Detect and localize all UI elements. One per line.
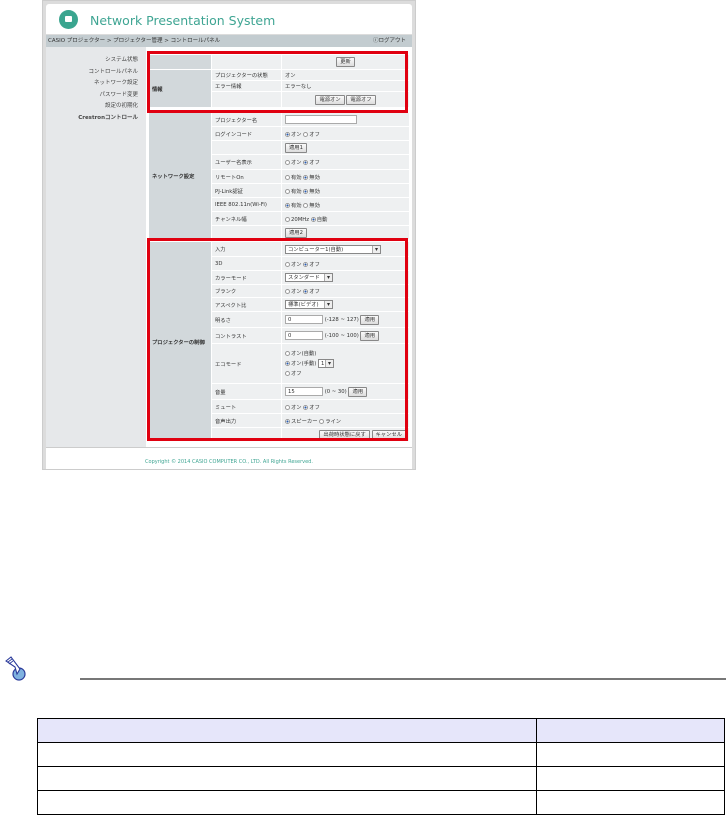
breadcrumb-text: CASIO プロジェクター > プロジェクター管理 > コントロールパネル bbox=[48, 38, 221, 44]
memo-pencil-icon bbox=[5, 656, 26, 681]
remote-on-label: リモートOn bbox=[211, 169, 282, 184]
channel-20mhz-radio[interactable] bbox=[285, 216, 290, 222]
remote-enabled-radio[interactable] bbox=[285, 174, 290, 180]
sidebar-item-reset[interactable]: 設定の初期化 bbox=[46, 101, 146, 113]
username-off-radio[interactable] bbox=[303, 160, 309, 165]
highlight-control bbox=[147, 238, 408, 441]
screenshot-frame: Network Presentation System CASIO プロジェクタ… bbox=[42, 0, 416, 470]
apply1-button[interactable]: 適用1 bbox=[285, 142, 307, 153]
channel-auto-radio[interactable] bbox=[310, 216, 316, 222]
network-section-label: ネットワーク設定 bbox=[148, 112, 212, 240]
remote-disabled-radio[interactable] bbox=[303, 174, 309, 180]
projector-name-label: プロジェクター名 bbox=[211, 112, 282, 127]
login-code-on-radio[interactable] bbox=[285, 131, 290, 137]
sidebar-item-system-status[interactable]: システム状態 bbox=[46, 55, 146, 67]
sidebar-item-crestron[interactable]: Crestronコントロール bbox=[46, 113, 146, 125]
highlight-info bbox=[147, 51, 408, 113]
logout-link[interactable]: ⓘログアウト bbox=[373, 35, 406, 47]
ieee-enabled-radio[interactable] bbox=[285, 202, 290, 208]
username-on-radio[interactable] bbox=[285, 160, 290, 165]
network-table: ネットワーク設定 プロジェクター名 ログインコード オン オフ 適用1 ユーザー名表… bbox=[148, 112, 410, 240]
app-logo-icon bbox=[59, 10, 78, 29]
ieee-disabled-radio[interactable] bbox=[303, 202, 309, 208]
app-title: Network Presentation System bbox=[90, 13, 276, 28]
sidebar: システム状態 コントロールパネル ネットワーク設定 パスワード変更 設定の初期化… bbox=[46, 47, 146, 447]
app-header: Network Presentation System bbox=[46, 4, 412, 34]
empty-table bbox=[37, 718, 725, 815]
sidebar-item-password[interactable]: パスワード変更 bbox=[46, 90, 146, 102]
channel-width-label: チャンネル幅 bbox=[211, 211, 282, 226]
projector-name-input[interactable] bbox=[285, 115, 357, 124]
breadcrumb: CASIO プロジェクター > プロジェクター管理 > コントロールパネル ⓘロ… bbox=[46, 35, 412, 47]
username-display-label: ユーザー名表示 bbox=[211, 154, 282, 170]
footer: Copyright © 2014 CASIO COMPUTER CO., LTD… bbox=[46, 447, 412, 469]
memo-divider bbox=[80, 678, 726, 680]
login-code-label: ログインコード bbox=[211, 126, 282, 141]
apply2-button[interactable]: 適用2 bbox=[285, 227, 307, 238]
sidebar-item-control-panel[interactable]: コントロールパネル bbox=[46, 67, 146, 79]
ieee-label: IEEE 802.11n(Wi-Fi) bbox=[211, 197, 282, 212]
pjlink-enabled-radio[interactable] bbox=[285, 188, 290, 194]
pjlink-disabled-radio[interactable] bbox=[303, 188, 309, 194]
login-code-off-radio[interactable] bbox=[303, 131, 309, 137]
pjlink-label: PJ-Link認証 bbox=[211, 183, 282, 198]
sidebar-item-network-settings[interactable]: ネットワーク設定 bbox=[46, 78, 146, 90]
